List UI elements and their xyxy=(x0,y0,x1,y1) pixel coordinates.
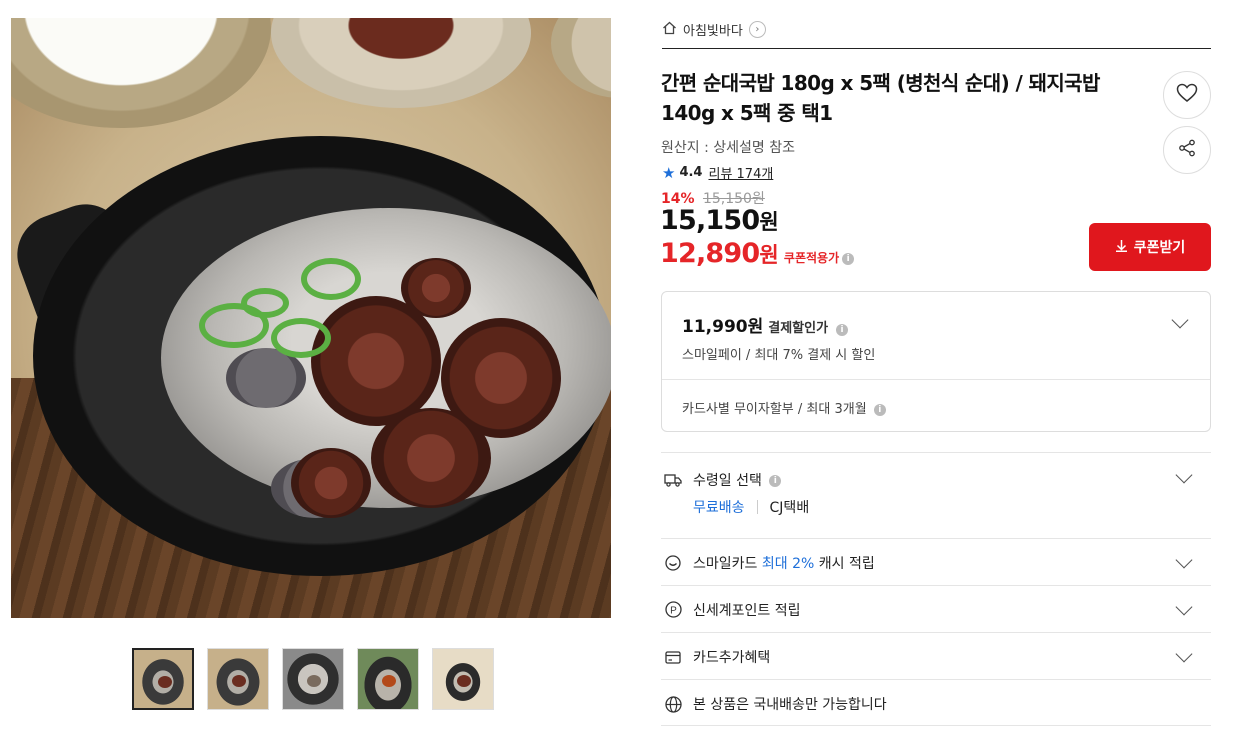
point-icon: P xyxy=(664,600,682,618)
info-icon[interactable]: i xyxy=(842,252,855,265)
payment-discount-box[interactable]: 11,990원 결제할인가 i 스마일페이 / 최대 7% 결제 시 할인 카드… xyxy=(661,291,1211,432)
smilecard-suffix: 캐시 적립 xyxy=(818,556,875,572)
sale-price-value: 15,150 xyxy=(660,205,760,236)
smilecard-highlight: 최대 2% xyxy=(761,556,815,572)
rating-score: 4.4 xyxy=(679,165,703,180)
card-icon xyxy=(664,648,682,666)
wishlist-button[interactable] xyxy=(1163,71,1211,119)
truck-icon xyxy=(664,471,682,489)
free-shipping: 무료배송 xyxy=(693,500,745,516)
card-installment-text: 카드사별 무이자할부 / 최대 3개월 xyxy=(682,402,867,417)
globe-icon xyxy=(664,695,682,713)
review-link[interactable]: 리뷰 174개 xyxy=(708,163,773,182)
chevron-down-icon[interactable] xyxy=(1171,311,1189,329)
smilepay-info: 스마일페이 / 최대 7% 결제 시 할인 xyxy=(682,348,876,363)
smilecard-benefit-row[interactable]: 스마일카드 최대 2% 캐시 적립 xyxy=(661,538,1211,585)
chevron-right-icon: › xyxy=(748,21,766,38)
svg-text:P: P xyxy=(670,605,677,616)
card-installment-info: 카드사별 무이자할부 / 최대 3개월 i xyxy=(682,398,886,417)
carrier: CJ택배 xyxy=(769,500,810,516)
get-coupon-button[interactable]: 쿠폰받기 xyxy=(1089,223,1211,271)
seller-link[interactable]: 아침빛바다 › xyxy=(662,20,766,39)
get-coupon-label: 쿠폰받기 xyxy=(1133,240,1186,256)
coupon-price-label: 쿠폰적용가 xyxy=(783,251,840,265)
main-product-image xyxy=(11,18,611,618)
seller-name: 아침빛바다 xyxy=(683,24,743,39)
heart-icon xyxy=(1176,83,1198,107)
card-extra-row[interactable]: 카드추가혜택 xyxy=(661,632,1211,679)
thumbnail-3[interactable] xyxy=(282,648,344,710)
chevron-down-icon[interactable] xyxy=(1175,645,1193,663)
thumbnail-2[interactable] xyxy=(207,648,269,710)
smilecard-text: 스마일카드 최대 2% 캐시 적립 xyxy=(693,553,875,573)
thumbnail-strip xyxy=(132,648,494,710)
share-button[interactable] xyxy=(1163,126,1211,174)
shipping-section[interactable]: 수령일 선택 i 무료배송 CJ택배 xyxy=(661,452,1211,538)
shipping-details: 무료배송 CJ택배 xyxy=(693,497,809,517)
domestic-shipping-row: 본 상품은 국내배송만 가능합니다 xyxy=(661,679,1211,726)
product-title: 간편 순대국밥 180g x 5팩 (병천식 순대) / 돼지국밥 140g x… xyxy=(661,71,1100,125)
shipping-title-text: 수령일 선택 xyxy=(693,473,762,489)
shipping-title: 수령일 선택 i xyxy=(693,470,782,490)
smilecard-prefix: 스마일카드 xyxy=(693,556,758,572)
share-icon xyxy=(1178,139,1196,161)
star-icon: ★ xyxy=(662,163,676,182)
chevron-down-icon[interactable] xyxy=(1175,466,1193,484)
breadcrumb-remnant xyxy=(0,0,420,8)
domestic-text: 본 상품은 국내배송만 가능합니다 xyxy=(693,697,887,713)
card-extra-text: 카드추가혜택 xyxy=(693,650,771,666)
info-icon[interactable]: i xyxy=(873,403,886,416)
smile-icon xyxy=(664,554,682,572)
divider xyxy=(662,48,1211,49)
thumbnail-1[interactable] xyxy=(132,648,194,710)
chevron-down-icon[interactable] xyxy=(1175,551,1193,569)
sale-price-unit: 원 xyxy=(759,210,778,234)
thumbnail-5[interactable] xyxy=(432,648,494,710)
origin-info: 원산지 : 상세설명 참조 xyxy=(661,140,795,156)
coupon-price-unit: 원 xyxy=(759,243,778,267)
thumbnail-4[interactable] xyxy=(357,648,419,710)
payment-discount-label: 결제할인가 xyxy=(768,321,829,336)
rating-summary: ★ 4.4 리뷰 174개 xyxy=(662,163,773,183)
chevron-down-icon[interactable] xyxy=(1175,598,1193,616)
info-icon[interactable]: i xyxy=(769,475,782,487)
download-icon xyxy=(1115,239,1128,256)
shinsegae-point-row[interactable]: P 신세계포인트 적립 xyxy=(661,585,1211,632)
coupon-price: 12,890원 쿠폰적용가 i xyxy=(660,238,855,269)
info-icon[interactable]: i xyxy=(836,324,849,336)
home-icon xyxy=(662,21,677,39)
sale-price: 15,150원 xyxy=(660,205,779,236)
payment-discount-amount: 11,990원 xyxy=(682,317,764,337)
coupon-price-value: 12,890 xyxy=(660,238,760,269)
shinsegae-text: 신세계포인트 적립 xyxy=(693,603,801,619)
